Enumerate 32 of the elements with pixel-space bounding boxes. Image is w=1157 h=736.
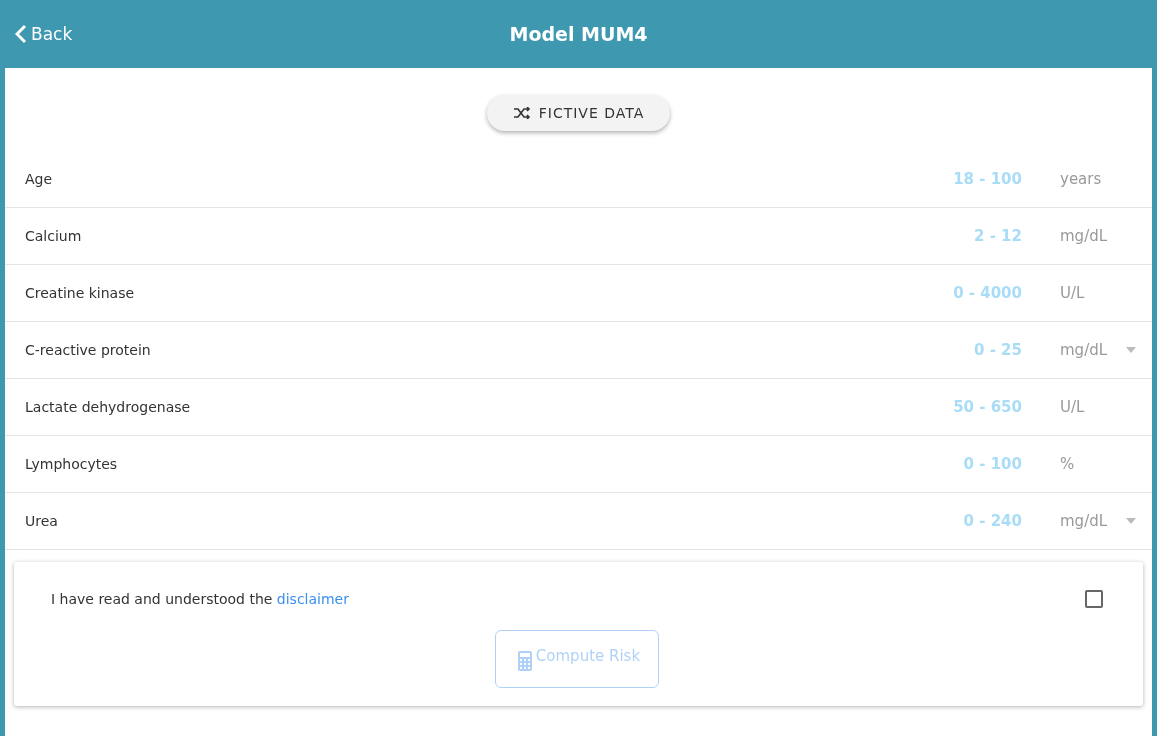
input-field[interactable]: 0 - 240 [762,512,1022,530]
checkbox[interactable] [1085,590,1103,608]
field-label: Lymphocytes [25,456,119,472]
input-field[interactable]: 50 - 650 [762,398,1022,416]
unit-label: years [1060,170,1103,188]
input-field[interactable]: 18 - 100 [762,170,1022,188]
input-field[interactable]: 0 - 100 [762,455,1022,473]
input-field[interactable]: 0 - 25 [762,341,1022,359]
shuffle-icon [512,107,531,119]
unit-label: U/L [1060,398,1086,416]
input-field[interactable]: 0 - 4000 [762,284,1022,302]
unit-select[interactable]: mg/dL [1060,341,1126,359]
field-label: Calcium [25,228,83,244]
field-label: Urea [25,513,59,529]
page-title: Model MUM4 [509,23,648,45]
field-label: Lactate dehydrogenase [25,399,192,415]
calculator-icon [517,651,532,671]
dropdown-caret-icon[interactable] [1126,518,1136,524]
unit-label: mg/dL [1060,227,1109,245]
disclaimer-link[interactable]: disclaimer [276,591,349,607]
unit-select[interactable]: mg/dL [1060,512,1126,530]
fictive-data-button[interactable]: FICTIVE DATA [486,95,671,131]
back-button[interactable]: Back [5,24,73,44]
unit-label: U/L [1060,284,1086,302]
dropdown-caret-icon[interactable] [1126,347,1136,353]
unit-label: % [1060,455,1076,473]
field-label: Creatine kinase [25,285,136,301]
field-label: Age [25,171,54,187]
field-label: C-reactive protein [25,342,152,358]
disclaimer-sentence: I have read and understood the disclaimer [51,591,350,607]
input-field[interactable]: 2 - 12 [762,227,1022,245]
chevron-left-icon [15,24,27,44]
